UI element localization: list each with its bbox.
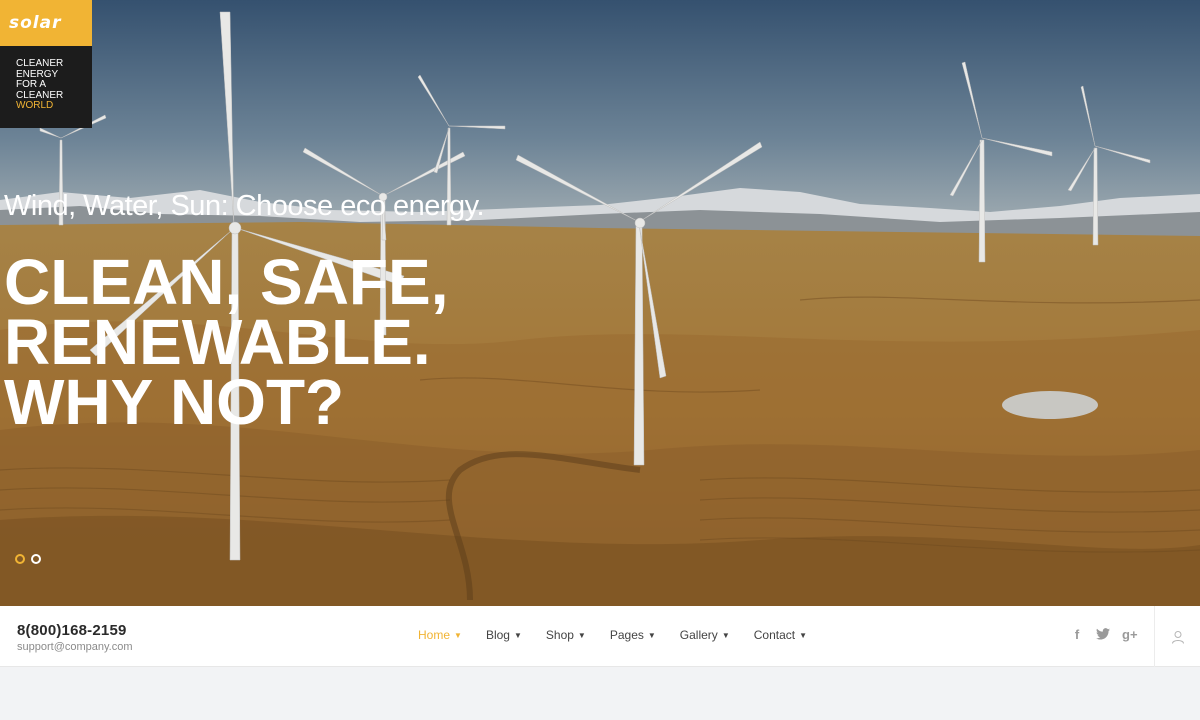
user-account[interactable] xyxy=(1154,606,1200,667)
chevron-down-icon: ▼ xyxy=(454,630,462,640)
menu-item-shop[interactable]: Shop ▼ xyxy=(546,628,586,642)
menu-item-label: Home xyxy=(418,628,451,642)
phone-number[interactable]: 8(800)168-2159 xyxy=(17,622,133,639)
hero-slider: solar CLEANER ENERGY FOR A CLEANER WORLD… xyxy=(0,0,1200,606)
logo-mark: solar xyxy=(0,0,92,46)
twitter-icon[interactable] xyxy=(1096,628,1110,642)
social-links: f g+ xyxy=(1070,628,1138,642)
chevron-down-icon: ▼ xyxy=(647,630,656,640)
hero-title-line: CLEAN, SAFE, xyxy=(4,246,449,318)
tagline-line: CLEANER xyxy=(16,58,64,69)
hero-title: CLEAN, SAFE, RENEWABLE. WHY NOT? xyxy=(4,246,449,438)
main-menu: Home ▼ Blog ▼ Shop ▼ Pages ▼ Gallery ▼ C… xyxy=(418,628,831,642)
slider-pagination xyxy=(15,554,41,564)
logo-tagline: CLEANER ENERGY FOR A CLEANER WORLD xyxy=(0,46,92,112)
contact-info: 8(800)168-2159 support@company.com xyxy=(17,622,133,653)
menu-item-blog[interactable]: Blog ▼ xyxy=(486,628,522,642)
support-email[interactable]: support@company.com xyxy=(17,641,133,653)
menu-item-label: Pages xyxy=(609,628,644,642)
chevron-down-icon: ▼ xyxy=(513,630,522,640)
tagline-highlight: WORLD xyxy=(16,100,54,111)
menu-item-home[interactable]: Home ▼ xyxy=(418,628,462,642)
user-icon xyxy=(1171,630,1184,644)
slider-dot-2[interactable] xyxy=(31,554,41,564)
chevron-down-icon: ▼ xyxy=(721,630,730,640)
menu-item-label: Blog xyxy=(485,628,510,642)
menu-item-pages[interactable]: Pages ▼ xyxy=(610,628,656,642)
page: solar CLEANER ENERGY FOR A CLEANER WORLD… xyxy=(0,0,1200,720)
content-area xyxy=(0,667,1200,720)
menu-item-label: Shop xyxy=(545,628,574,642)
logo-text: solar xyxy=(9,13,62,33)
menu-item-gallery[interactable]: Gallery ▼ xyxy=(680,628,730,642)
hero-title-line: RENEWABLE. xyxy=(4,306,431,378)
menu-item-contact[interactable]: Contact ▼ xyxy=(754,628,807,642)
main-navbar: 8(800)168-2159 support@company.com Home … xyxy=(0,606,1200,667)
chevron-down-icon: ▼ xyxy=(577,630,586,640)
chevron-down-icon: ▼ xyxy=(799,630,808,640)
hero-subtitle: Wind, Water, Sun: Choose eco energy. xyxy=(4,190,485,222)
menu-item-label: Gallery xyxy=(679,628,718,642)
slider-dot-1[interactable] xyxy=(15,554,25,564)
tagline-line: FOR A xyxy=(16,79,47,90)
hero-title-line: WHY NOT? xyxy=(4,366,345,438)
logo[interactable]: solar CLEANER ENERGY FOR A CLEANER WORLD xyxy=(0,0,92,128)
menu-item-label: Contact xyxy=(753,628,796,642)
google-plus-icon[interactable]: g+ xyxy=(1122,628,1138,642)
facebook-icon[interactable]: f xyxy=(1070,628,1084,642)
